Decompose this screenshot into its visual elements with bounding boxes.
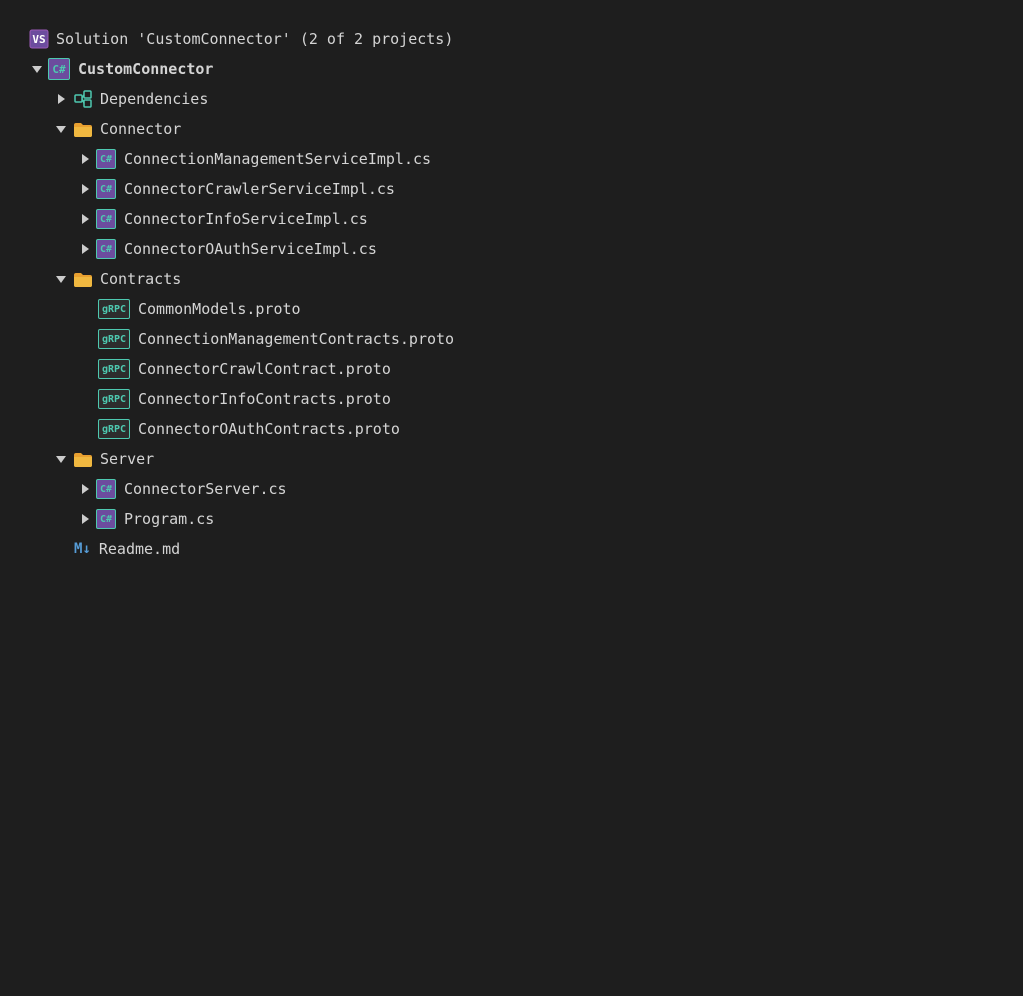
readme-item[interactable]: M↓ Readme.md — [0, 534, 1023, 564]
grpc-icon-1: gRPC — [98, 299, 130, 319]
server-folder-chevron — [52, 450, 70, 468]
dependencies-label: Dependencies — [100, 90, 208, 108]
proto-file-item[interactable]: gRPC CommonModels.proto — [0, 294, 1023, 324]
file-label-4: ConnectorOAuthServiceImpl.cs — [124, 240, 377, 258]
contracts-folder-label: Contracts — [100, 270, 181, 288]
proto-label-5: ConnectorOAuthContracts.proto — [138, 420, 400, 438]
cs-file-chevron-3 — [76, 210, 94, 228]
proto-label-4: ConnectorInfoContracts.proto — [138, 390, 391, 408]
contracts-folder-icon — [72, 268, 94, 290]
solution-item[interactable]: VS Solution 'CustomConnector' (2 of 2 pr… — [0, 24, 1023, 54]
proto-file-item[interactable]: gRPC ConnectorInfoContracts.proto — [0, 384, 1023, 414]
solution-icon: VS — [28, 28, 50, 50]
cs-file-item[interactable]: C# ConnectorOAuthServiceImpl.cs — [0, 234, 1023, 264]
proto-label-2: ConnectionManagementContracts.proto — [138, 330, 454, 348]
readme-label: Readme.md — [99, 540, 180, 558]
cs-server-icon-1: C# — [96, 479, 116, 499]
cs-server-chevron-1 — [76, 480, 94, 498]
project-chevron — [28, 60, 46, 78]
connector-folder-label: Connector — [100, 120, 181, 138]
cs-file-item[interactable]: C# ConnectionManagementServiceImpl.cs — [0, 144, 1023, 174]
solution-explorer: VS Solution 'CustomConnector' (2 of 2 pr… — [0, 16, 1023, 572]
file-label-1: ConnectionManagementServiceImpl.cs — [124, 150, 431, 168]
cs-icon-1: C# — [96, 149, 116, 169]
cs-file-item[interactable]: C# ConnectorCrawlerServiceImpl.cs — [0, 174, 1023, 204]
grpc-icon-2: gRPC — [98, 329, 130, 349]
project-label: CustomConnector — [78, 60, 213, 78]
connector-folder-chevron — [52, 120, 70, 138]
proto-label-3: ConnectorCrawlContract.proto — [138, 360, 391, 378]
file-label-2: ConnectorCrawlerServiceImpl.cs — [124, 180, 395, 198]
cs-file-item[interactable]: C# ConnectorInfoServiceImpl.cs — [0, 204, 1023, 234]
grpc-icon-5: gRPC — [98, 419, 130, 439]
grpc-icon-4: gRPC — [98, 389, 130, 409]
proto-file-item[interactable]: gRPC ConnectorOAuthContracts.proto — [0, 414, 1023, 444]
cs-icon-4: C# — [96, 239, 116, 259]
cs-file-chevron-2 — [76, 180, 94, 198]
connector-folder-icon — [72, 118, 94, 140]
svg-text:VS: VS — [32, 33, 45, 46]
dependencies-item[interactable]: Dependencies — [0, 84, 1023, 114]
proto-file-item[interactable]: gRPC ConnectionManagementContracts.proto — [0, 324, 1023, 354]
server-folder-label: Server — [100, 450, 154, 468]
cs-server-file-item[interactable]: C# ConnectorServer.cs — [0, 474, 1023, 504]
proto-file-item[interactable]: gRPC ConnectorCrawlContract.proto — [0, 354, 1023, 384]
dependencies-icon — [72, 88, 94, 110]
csharp-project-icon: C# — [48, 58, 70, 80]
cs-icon-2: C# — [96, 179, 116, 199]
server-file-label-2: Program.cs — [124, 510, 214, 528]
connector-folder-item[interactable]: Connector — [0, 114, 1023, 144]
cs-server-chevron-2 — [76, 510, 94, 528]
cs-server-icon-2: C# — [96, 509, 116, 529]
server-folder-item[interactable]: Server — [0, 444, 1023, 474]
markdown-icon: M↓ — [74, 541, 91, 557]
contracts-folder-item[interactable]: Contracts — [0, 264, 1023, 294]
cs-file-chevron — [76, 150, 94, 168]
cs-file-chevron-4 — [76, 240, 94, 258]
chevron-placeholder — [8, 30, 26, 48]
contracts-folder-chevron — [52, 270, 70, 288]
dependencies-chevron — [52, 90, 70, 108]
cs-icon-3: C# — [96, 209, 116, 229]
file-label-3: ConnectorInfoServiceImpl.cs — [124, 210, 368, 228]
cs-server-file-item[interactable]: C# Program.cs — [0, 504, 1023, 534]
proto-label-1: CommonModels.proto — [138, 300, 301, 318]
project-item[interactable]: C# CustomConnector — [0, 54, 1023, 84]
solution-label: Solution 'CustomConnector' (2 of 2 proje… — [56, 30, 453, 48]
server-folder-icon — [72, 448, 94, 470]
server-file-label-1: ConnectorServer.cs — [124, 480, 287, 498]
grpc-icon-3: gRPC — [98, 359, 130, 379]
